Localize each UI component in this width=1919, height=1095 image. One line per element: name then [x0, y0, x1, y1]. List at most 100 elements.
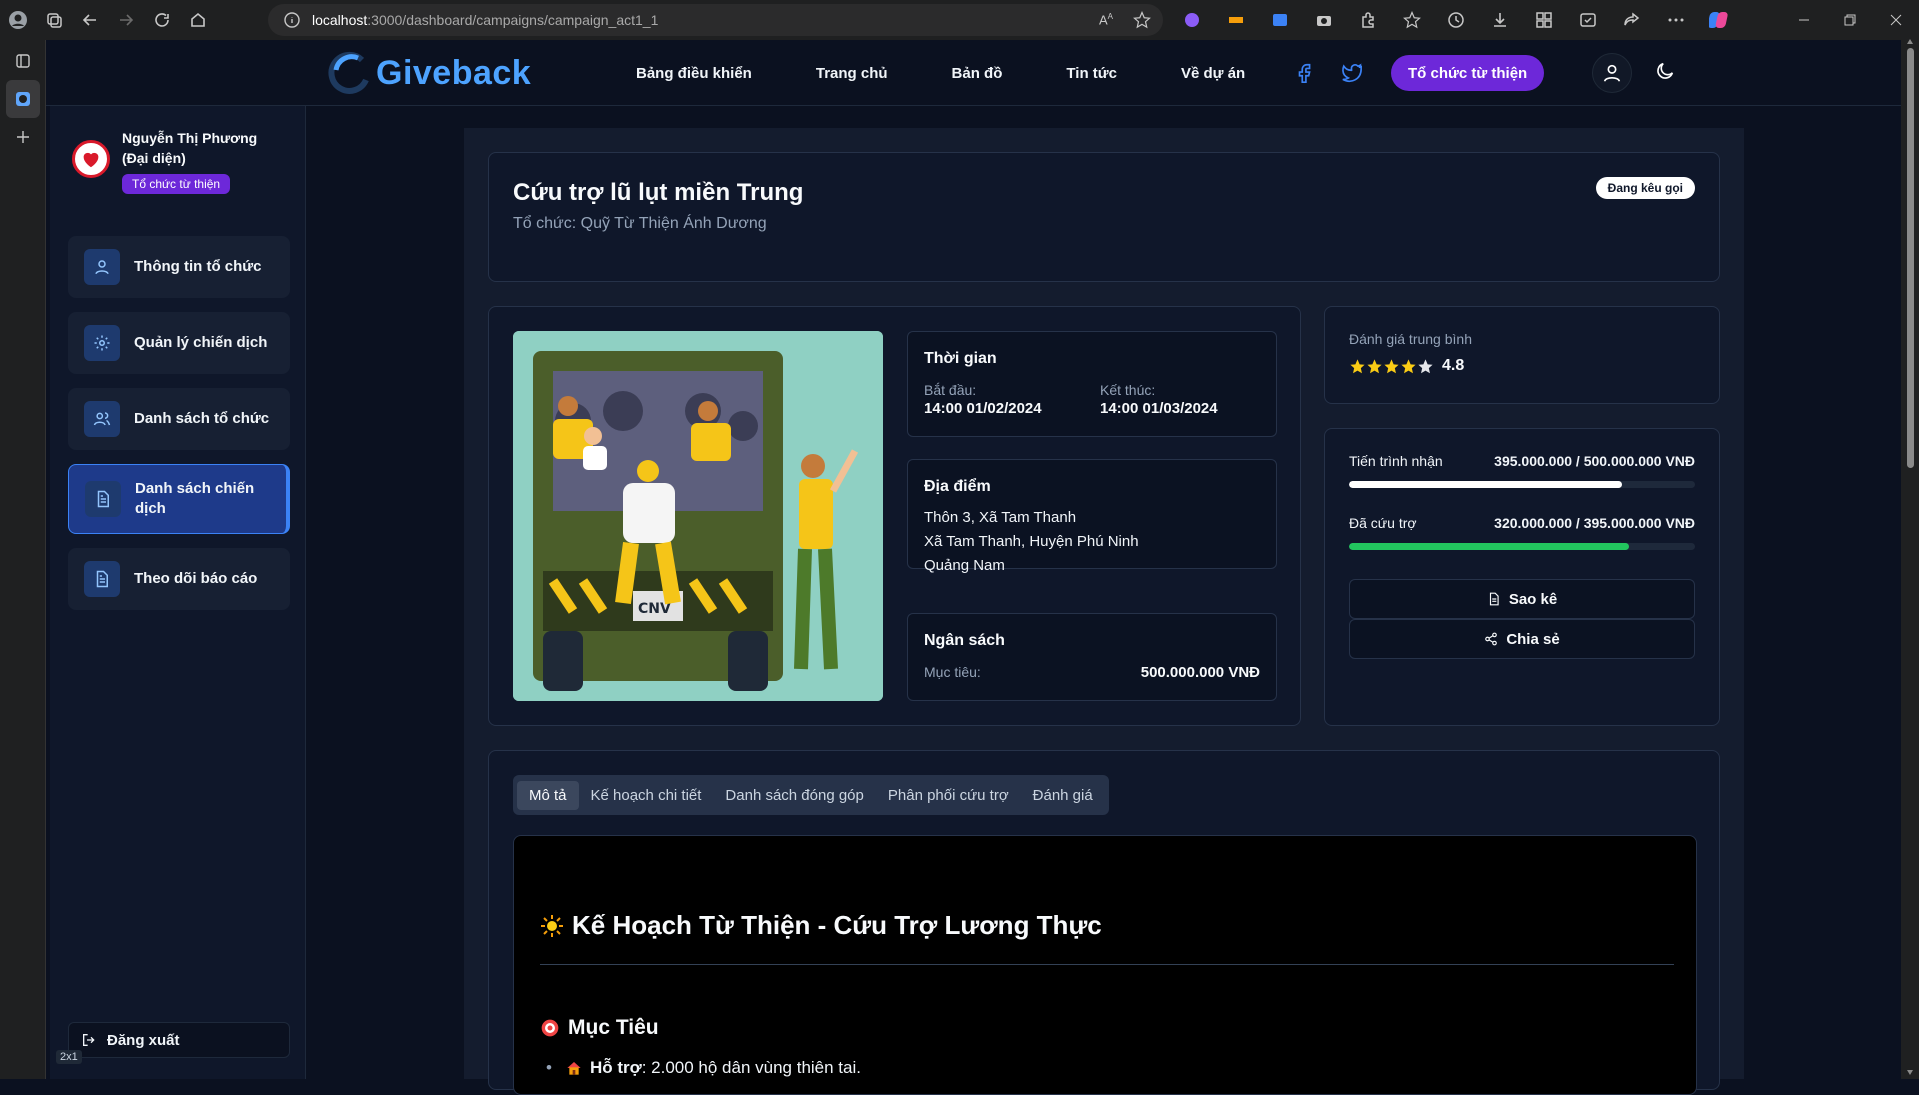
sidebar-item-org-list[interactable]: Danh sách tổ chức [68, 388, 290, 450]
star-icon [1418, 358, 1433, 373]
scroll-up-icon[interactable] [1906, 38, 1914, 46]
main-content: Cứu trợ lũ lụt miền Trung Tổ chức: Quỹ T… [464, 128, 1744, 1095]
twitter-icon[interactable] [1341, 62, 1363, 84]
home-icon[interactable] [180, 0, 216, 40]
avatar[interactable] [72, 140, 110, 178]
target-icon [540, 1018, 560, 1038]
facebook-icon[interactable] [1294, 62, 1316, 84]
history-icon[interactable] [1434, 0, 1478, 40]
extensions-puzzle-icon[interactable] [1346, 0, 1390, 40]
minimize-icon[interactable] [1781, 0, 1827, 40]
url-path: :3000/dashboard/campaigns/campaign_act1_… [367, 12, 659, 28]
sun-icon [540, 914, 564, 938]
progress-card: Tiến trình nhận 395.000.000 / 500.000.00… [1324, 428, 1720, 726]
active-tab-favicon[interactable] [6, 80, 40, 118]
nav-dashboard[interactable]: Bảng điều khiển [636, 65, 752, 82]
share-browser-icon[interactable] [1610, 0, 1654, 40]
sidebar-item-reports[interactable]: Theo dõi báo cáo [68, 548, 290, 610]
user-menu-button[interactable] [1592, 53, 1632, 93]
star-icon [1384, 358, 1399, 373]
scrollbar[interactable] [1901, 38, 1919, 1079]
description-heading-text: Kế Hoạch Từ Thiện - Cứu Trợ Lương Thực [572, 910, 1102, 940]
nav-news[interactable]: Tin tức [1066, 65, 1117, 82]
more-icon[interactable] [1654, 0, 1698, 40]
vertical-tab-strip [0, 40, 46, 1079]
scroll-down-icon[interactable] [1906, 1068, 1914, 1076]
extension-bar-icon[interactable] [1214, 0, 1258, 40]
user-icon [84, 249, 120, 285]
logo[interactable]: Giveback [328, 50, 531, 96]
list-item-text: : 2.000 hộ dân vùng thiên tai. [641, 1058, 861, 1077]
budget-target-label: Mục tiêu: [924, 664, 981, 680]
workspaces-icon[interactable] [36, 0, 72, 40]
bullet: • [546, 1058, 552, 1077]
close-icon[interactable] [1873, 0, 1919, 40]
nav-about[interactable]: Về dự án [1181, 65, 1245, 82]
received-value: 395.000.000 / 500.000.000 VNĐ [1494, 453, 1695, 469]
url-host: localhost [312, 12, 368, 28]
sidebar-item-label: Danh sách tổ chức [134, 410, 270, 427]
extension-purple-icon[interactable] [1170, 0, 1214, 40]
relief-progress: Đã cứu trợ 320.000.000 / 395.000.000 VNĐ [1349, 515, 1695, 550]
relief-progress-fill [1349, 543, 1630, 550]
favorites-icon[interactable] [1390, 0, 1434, 40]
tab-distribution[interactable]: Phân phối cứu trợ [876, 781, 1021, 810]
star-rating: 4.8 [1349, 357, 1464, 375]
browser-toolbar: localhost:3000/dashboard/campaigns/campa… [0, 0, 1919, 40]
statement-button[interactable]: Sao kê [1349, 579, 1695, 619]
org-type-button[interactable]: Tổ chức từ thiện [1391, 55, 1545, 91]
sidebar-item-label: Theo dõi báo cáo [134, 570, 258, 587]
divider [540, 964, 1674, 965]
relief-value: 320.000.000 / 395.000.000 VNĐ [1494, 515, 1695, 531]
rating-label: Đánh giá trung bình [1349, 331, 1472, 347]
tab-actions-icon[interactable] [0, 42, 46, 80]
sidebar-item-campaign-manage[interactable]: Quản lý chiến dịch [68, 312, 290, 374]
users-icon [84, 401, 120, 437]
dark-mode-toggle[interactable] [1654, 60, 1676, 82]
read-aloud-icon[interactable]: AA [1099, 12, 1113, 27]
forward-icon[interactable] [108, 0, 144, 40]
budget-card: Ngân sách Mục tiêu: 500.000.000 VNĐ [907, 613, 1277, 701]
info-icon[interactable] [284, 12, 300, 28]
app-header: Giveback Bảng điều khiển Trang chủ Bản đ… [46, 40, 1901, 106]
campaign-header-card: Cứu trợ lũ lụt miền Trung Tổ chức: Quỹ T… [488, 152, 1720, 282]
nav-home[interactable]: Trang chủ [816, 65, 888, 82]
back-icon[interactable] [72, 0, 108, 40]
apps-icon[interactable] [1522, 0, 1566, 40]
copilot-icon[interactable] [1698, 0, 1742, 40]
location-card: Địa điểm Thôn 3, Xã Tam Thanh Xã Tam Tha… [907, 459, 1277, 574]
share-button[interactable]: Chia sẻ [1349, 619, 1695, 659]
restore-icon[interactable] [1827, 0, 1873, 40]
star-icon [1401, 358, 1416, 373]
screenshot-icon[interactable] [1566, 0, 1610, 40]
address-bar[interactable]: localhost:3000/dashboard/campaigns/campa… [268, 4, 1163, 36]
location-line: Thôn 3, Xã Tam Thanh [924, 509, 1077, 526]
sidebar-item-campaign-list[interactable]: Danh sách chiến dịch [68, 464, 290, 534]
sidebar-item-label: Thông tin tổ chức [134, 258, 262, 275]
tab-reviews[interactable]: Đánh giá [1021, 781, 1105, 810]
sidebar-item-org-info[interactable]: Thông tin tổ chức [68, 236, 290, 298]
sidebar-item-label: Quản lý chiến dịch [134, 334, 268, 351]
refresh-icon[interactable] [144, 0, 180, 40]
logout-button[interactable]: Đăng xuất [68, 1022, 290, 1058]
download-icon[interactable] [1478, 0, 1522, 40]
tab-description[interactable]: Mô tả [517, 780, 579, 810]
start-value: 14:00 01/02/2024 [924, 400, 1042, 417]
zoom-badge: 2x1 [56, 1050, 82, 1064]
extension-blue-icon[interactable] [1258, 0, 1302, 40]
scroll-thumb[interactable] [1907, 48, 1914, 468]
favorite-star-icon[interactable] [1133, 11, 1151, 29]
time-title: Thời gian [924, 350, 997, 367]
profile-name: Nguyễn Thị Phương (Đại diện) [122, 130, 258, 166]
campaign-org: Tổ chức: Quỹ Từ Thiện Ánh Dương [513, 215, 767, 232]
profile-icon[interactable] [0, 0, 36, 40]
nav-map[interactable]: Bản đồ [952, 65, 1003, 82]
heart-icon [83, 152, 99, 168]
new-tab-icon[interactable] [0, 118, 46, 156]
tab-plan[interactable]: Kế hoạch chi tiết [579, 781, 714, 810]
document-icon [84, 561, 120, 597]
list-item: • Hỗ trợ: 2.000 hộ dân vùng thiên tai. [546, 1058, 861, 1078]
camera-icon[interactable] [1302, 0, 1346, 40]
tab-donations[interactable]: Danh sách đóng góp [713, 781, 875, 810]
logout-label: Đăng xuất [107, 1031, 180, 1049]
